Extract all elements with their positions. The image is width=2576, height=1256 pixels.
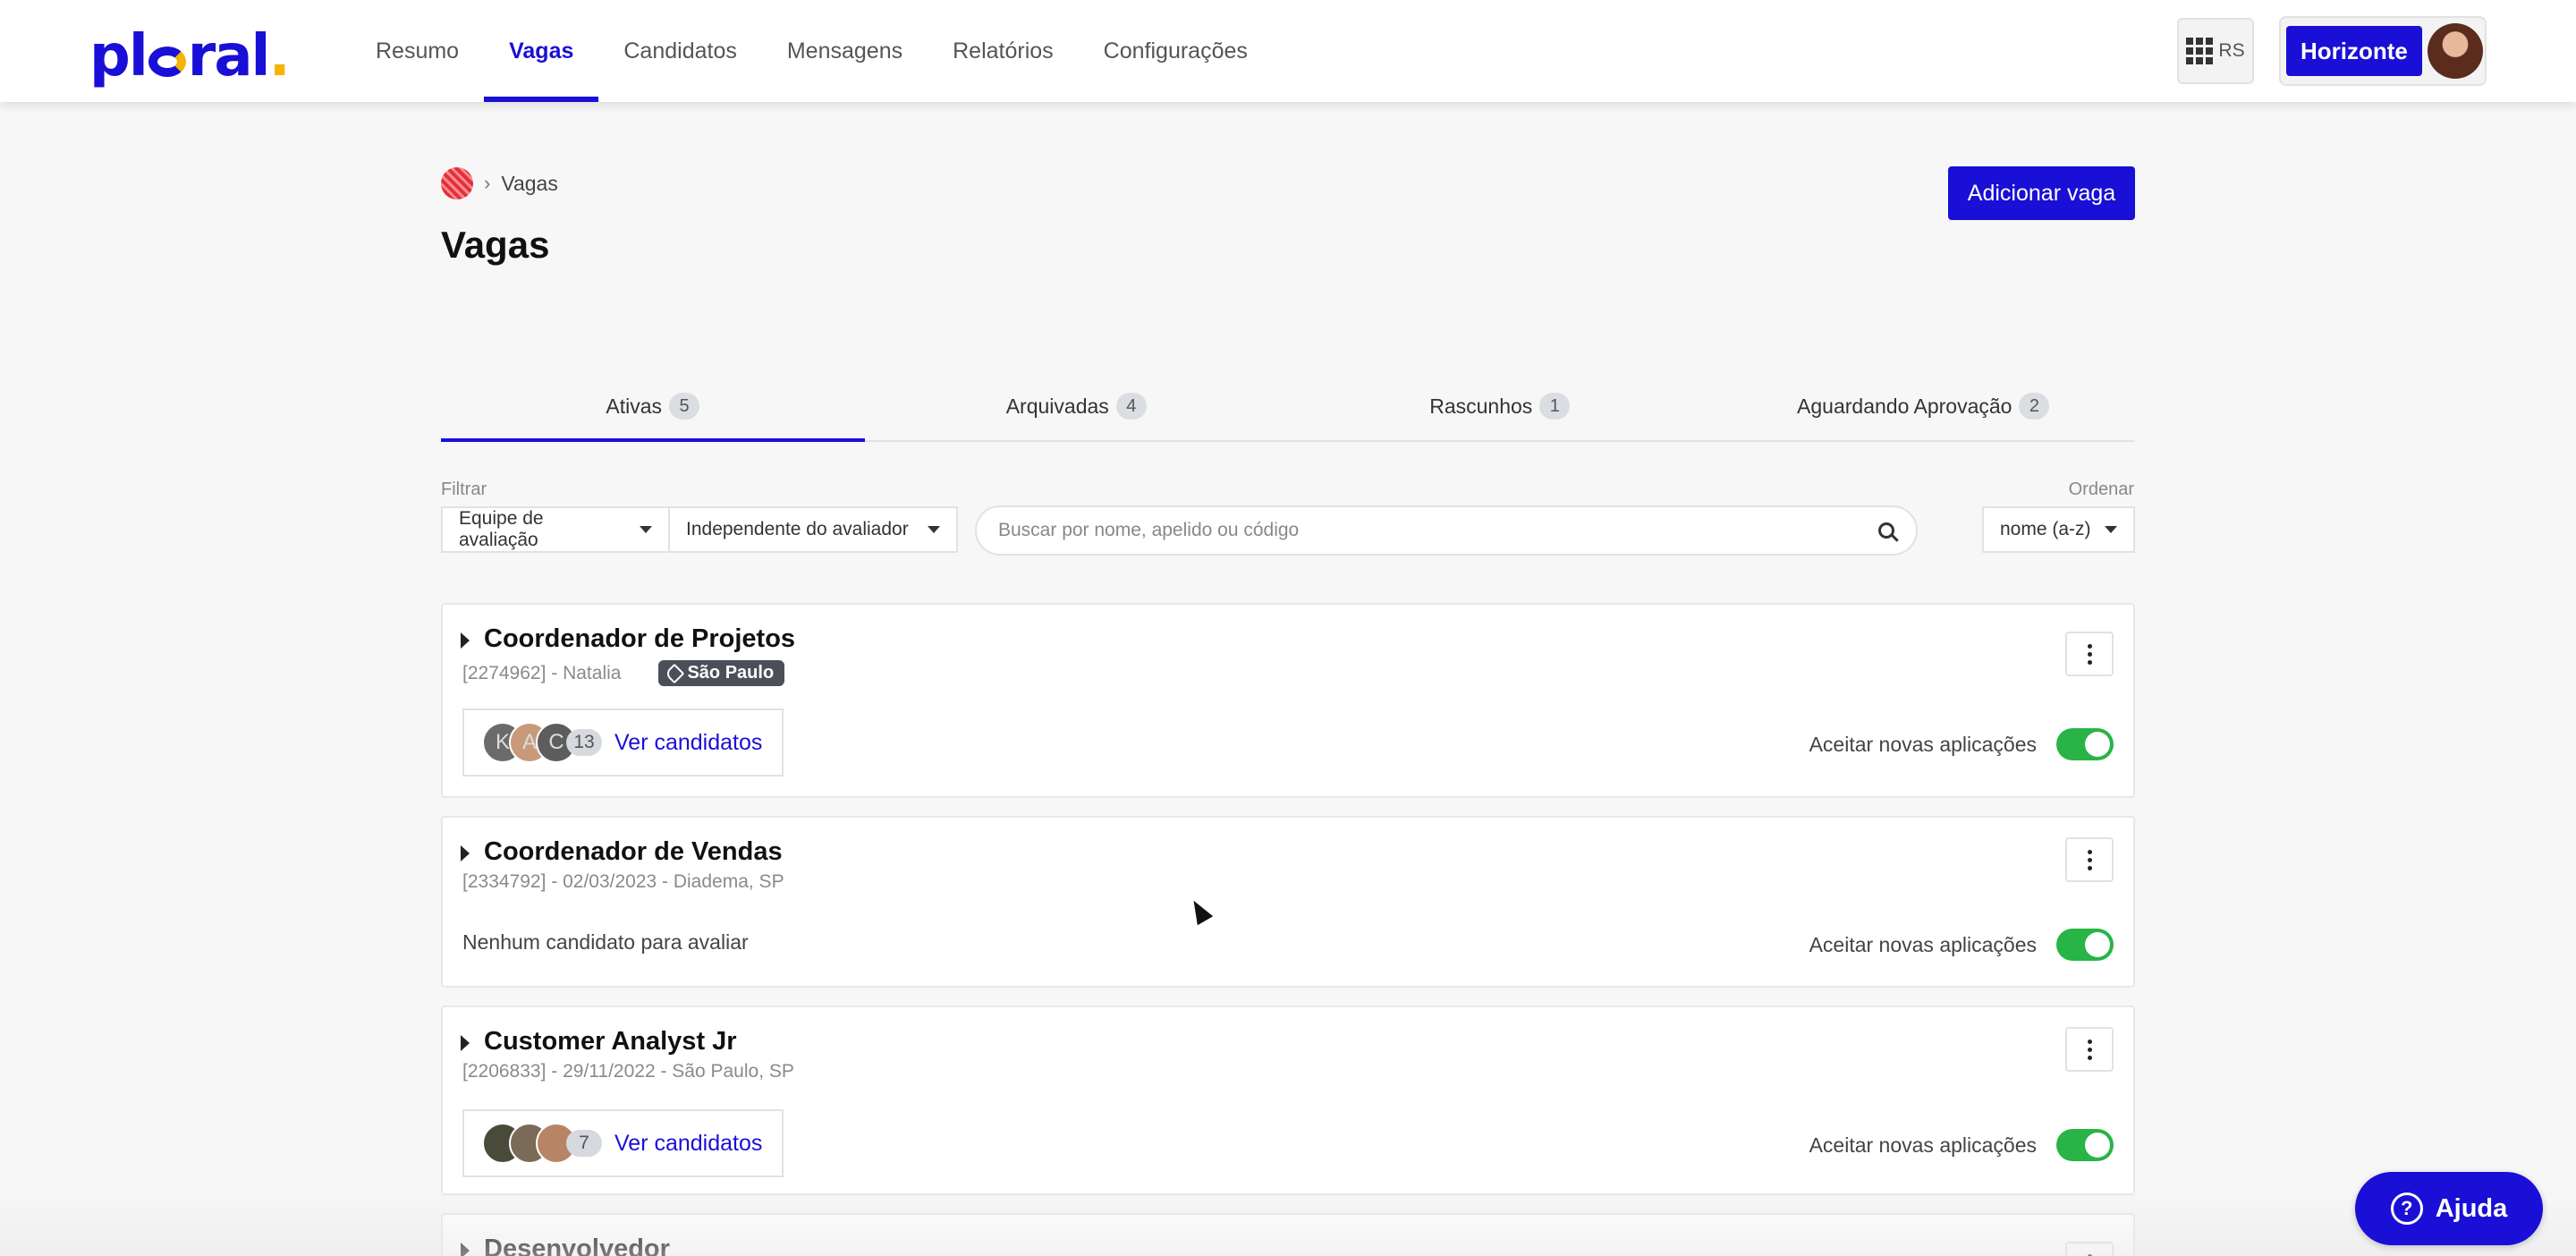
breadcrumb-current: Vagas xyxy=(501,171,558,195)
expand-caret-icon[interactable] xyxy=(461,845,470,861)
accept-applications-label: Aceitar novas aplicações xyxy=(1809,1133,2037,1157)
add-job-button[interactable]: Adicionar vaga xyxy=(1948,166,2135,220)
job-title[interactable]: Desenvolvedor xyxy=(484,1235,670,1256)
job-card: Coordenador de Projetos [2274962] - Nata… xyxy=(441,603,2135,798)
candidate-avatars: 7 xyxy=(482,1123,602,1164)
job-options-kebab-icon[interactable] xyxy=(2065,837,2114,882)
select-value: Equipe de avaliação xyxy=(459,508,544,550)
company-logo-icon[interactable] xyxy=(441,167,473,199)
expand-caret-icon[interactable] xyxy=(461,632,470,649)
job-meta-text: [2274962] - Natalia xyxy=(462,662,622,683)
job-status-tabs: Ativas 5 Arquivadas 4 Rascunhos 1 Aguard… xyxy=(441,372,2135,442)
grid-icon xyxy=(2186,38,2214,64)
job-title[interactable]: Coordenador de Projetos xyxy=(484,624,795,654)
tab-label: Ativas xyxy=(606,394,663,418)
job-meta: [2334792] - 02/03/2023 - Diadema, SP xyxy=(462,871,784,893)
location-tag: São Paulo xyxy=(658,660,785,686)
accept-applications: Aceitar novas aplicações xyxy=(1809,728,2114,760)
nav-item-relatorios[interactable]: Relatórios xyxy=(928,0,1079,102)
tab-ativas[interactable]: Ativas 5 xyxy=(441,372,865,442)
logo-swirl-icon xyxy=(148,47,186,77)
order-select[interactable]: nome (a-z) xyxy=(1982,506,2135,553)
caret-down-icon xyxy=(2105,526,2117,533)
chevron-right-icon: › xyxy=(484,172,491,194)
accept-applications: Aceitar novas aplicações xyxy=(1809,929,2114,961)
job-meta: [2206833] - 29/11/2022 - São Paulo, SP xyxy=(462,1061,794,1082)
accept-applications-toggle[interactable] xyxy=(2056,929,2114,961)
search-icon[interactable] xyxy=(1878,522,1894,539)
tag-label: São Paulo xyxy=(687,663,775,683)
select-value: nome (a-z) xyxy=(2000,519,2091,539)
view-candidates-button[interactable]: 7 Ver candidatos xyxy=(462,1109,784,1177)
tab-rascunhos[interactable]: Rascunhos 1 xyxy=(1288,372,1712,440)
evaluator-select[interactable]: Independente do avaliador xyxy=(668,506,958,553)
candidate-count-badge: 13 xyxy=(566,729,602,756)
accept-applications-label: Aceitar novas aplicações xyxy=(1809,932,2037,956)
caret-down-icon xyxy=(640,526,652,533)
job-title[interactable]: Coordenador de Vendas xyxy=(484,837,783,867)
accept-applications-label: Aceitar novas aplicações xyxy=(1809,732,2037,756)
select-value: Independente do avaliador xyxy=(686,519,909,539)
breadcrumb: › Vagas xyxy=(441,167,558,199)
job-title[interactable]: Customer Analyst Jr xyxy=(484,1027,737,1057)
job-meta-text: [2334792] - 02/03/2023 - Diadema, SP xyxy=(462,871,784,892)
page-title: Vagas xyxy=(441,224,550,266)
organization-name: Horizonte xyxy=(2286,26,2422,76)
view-candidates-link[interactable]: Ver candidatos xyxy=(614,730,762,756)
nav-item-candidatos[interactable]: Candidatos xyxy=(598,0,761,102)
candidate-count-badge: 7 xyxy=(566,1130,602,1157)
help-label: Ajuda xyxy=(2435,1193,2508,1223)
evaluation-team-select[interactable]: Equipe de avaliação xyxy=(441,506,670,553)
job-card: Customer Analyst Jr [2206833] - 29/11/20… xyxy=(441,1006,2135,1195)
job-meta: [2274962] - Natalia São Paulo xyxy=(462,660,785,686)
no-candidates-text: Nenhum candidato para avaliar xyxy=(462,930,749,954)
tab-aguardando-aprovacao[interactable]: Aguardando Aprovação 2 xyxy=(1712,372,2136,440)
tab-arquivadas[interactable]: Arquivadas 4 xyxy=(865,372,1289,440)
tab-label: Aguardando Aprovação xyxy=(1797,394,2012,418)
accept-applications-toggle[interactable] xyxy=(2056,1129,2114,1161)
job-card: Coordenador de Vendas [2334792] - 02/03/… xyxy=(441,816,2135,988)
order-label: Ordenar xyxy=(2068,479,2134,499)
filter-label: Filtrar xyxy=(441,479,487,499)
top-navigation: pl ral. Resumo Vagas Candidatos Mensagens… xyxy=(0,0,2576,102)
apps-switcher-label: RS xyxy=(2218,40,2245,61)
count-badge: 2 xyxy=(2019,393,2050,420)
nav-item-configuracoes[interactable]: Configurações xyxy=(1079,0,1273,102)
count-badge: 4 xyxy=(1115,393,1147,420)
nav-item-mensagens[interactable]: Mensagens xyxy=(762,0,928,102)
view-candidates-link[interactable]: Ver candidatos xyxy=(614,1131,762,1157)
expand-caret-icon[interactable] xyxy=(461,1035,470,1051)
nav-item-resumo[interactable]: Resumo xyxy=(351,0,484,102)
caret-down-icon xyxy=(928,526,940,533)
job-meta-text: [2206833] - 29/11/2022 - São Paulo, SP xyxy=(462,1061,794,1082)
tag-icon xyxy=(665,663,685,683)
job-options-kebab-icon[interactable] xyxy=(2065,1027,2114,1072)
search-bar xyxy=(975,505,1918,556)
user-avatar xyxy=(2427,23,2483,79)
tab-label: Rascunhos xyxy=(1429,394,1533,418)
job-card: Desenvolvedor xyxy=(441,1213,2135,1256)
count-badge: 5 xyxy=(669,393,700,420)
expand-caret-icon[interactable] xyxy=(461,1243,470,1256)
view-candidates-button[interactable]: K A C 13 Ver candidatos xyxy=(462,709,784,777)
apps-switcher-button[interactable]: RS xyxy=(2177,18,2254,84)
account-menu[interactable]: Horizonte xyxy=(2279,16,2487,86)
candidate-avatars: K A C 13 xyxy=(482,722,602,763)
count-badge: 1 xyxy=(1539,393,1571,420)
plural-logo[interactable]: pl ral. xyxy=(89,23,291,89)
tab-label: Arquivadas xyxy=(1005,394,1109,418)
nav-item-vagas[interactable]: Vagas xyxy=(484,0,599,102)
question-icon: ? xyxy=(2390,1192,2423,1225)
search-input[interactable] xyxy=(998,520,1878,541)
accept-applications-toggle[interactable] xyxy=(2056,728,2114,760)
accept-applications: Aceitar novas aplicações xyxy=(1809,1129,2114,1161)
job-options-kebab-icon[interactable] xyxy=(2065,632,2114,676)
help-button[interactable]: ? Ajuda xyxy=(2355,1172,2543,1245)
main-nav: Resumo Vagas Candidatos Mensagens Relató… xyxy=(351,0,1273,102)
job-options-kebab-icon[interactable] xyxy=(2065,1242,2114,1256)
